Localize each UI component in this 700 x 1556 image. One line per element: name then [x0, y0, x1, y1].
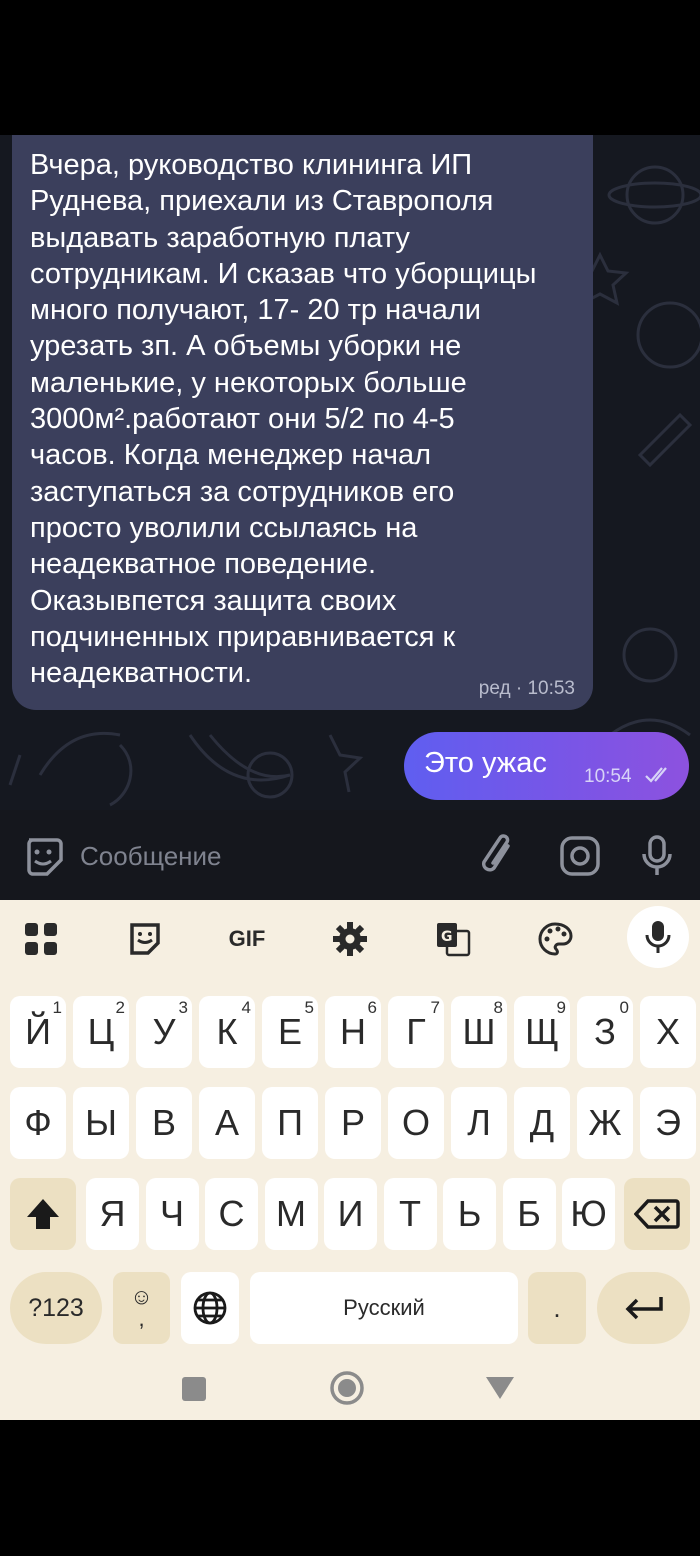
attach-icon[interactable]	[478, 834, 522, 878]
key-hint: 1	[52, 998, 62, 1017]
incoming-message-bubble[interactable]: Вчера, руководство клининга ИП Руднева, …	[12, 135, 593, 710]
chat-area[interactable]: Вчера, руководство клининга ИП Руднева, …	[0, 135, 700, 810]
key[interactable]: К4	[199, 996, 255, 1068]
key[interactable]: Б	[502, 1178, 556, 1250]
key-label: З	[594, 1011, 616, 1052]
key[interactable]: Я	[86, 1178, 139, 1250]
enter-key[interactable]	[597, 1272, 690, 1344]
palette-icon[interactable]	[530, 916, 580, 962]
key[interactable]: Т	[383, 1178, 437, 1250]
key[interactable]: Х	[640, 996, 696, 1068]
key[interactable]: П	[262, 1087, 318, 1159]
key-label: Й	[25, 1011, 51, 1052]
outgoing-message-text: Это ужас	[424, 747, 547, 779]
key-hint: 5	[304, 998, 314, 1017]
emoji-comma-key[interactable]: ☺ ,	[113, 1272, 170, 1344]
symbols-key[interactable]: ?123	[10, 1272, 102, 1344]
navigation-bar	[0, 1371, 700, 1420]
key-label: Щ	[525, 1011, 559, 1052]
key[interactable]: Ц2	[73, 996, 129, 1068]
settings-icon[interactable]	[325, 916, 375, 962]
key[interactable]: Ы	[73, 1087, 129, 1159]
key[interactable]: И	[324, 1178, 377, 1250]
key-label: Г	[406, 1011, 426, 1052]
key-label: Х	[655, 1011, 680, 1052]
key-label: К	[216, 1011, 238, 1052]
mic-icon[interactable]	[635, 834, 679, 878]
key[interactable]: Й1	[10, 996, 66, 1068]
key-label: Н	[340, 1011, 366, 1052]
key[interactable]: Ь	[443, 1178, 496, 1250]
key[interactable]: Щ9	[514, 996, 570, 1068]
key-hint: 9	[556, 998, 566, 1017]
key[interactable]: У3	[136, 996, 192, 1068]
emoji-icon: ☺	[130, 1284, 153, 1309]
svg-text:G: G	[441, 929, 453, 945]
key-label: У	[152, 1011, 176, 1052]
key-hint: 0	[619, 998, 629, 1017]
key-hint: 8	[493, 998, 503, 1017]
key-hint: 3	[178, 998, 188, 1017]
translate-icon[interactable]: G	[428, 916, 478, 962]
key[interactable]: Н6	[325, 996, 381, 1068]
incoming-message-meta: ред · 10:53	[478, 678, 575, 699]
keyboard: GIF G Й1Ц2У3К4Е5Н6Г7Ш8Щ9З0Х ФЫВАПРОЛДЖЭ …	[0, 900, 700, 1420]
shift-key[interactable]	[10, 1178, 76, 1250]
key[interactable]: Ш8	[451, 996, 507, 1068]
key[interactable]: С	[205, 1178, 258, 1250]
key-label: Ц	[87, 1011, 115, 1052]
bottom-area	[0, 1420, 700, 1556]
key[interactable]: З0	[577, 996, 633, 1068]
key[interactable]: В	[136, 1087, 192, 1159]
period-key[interactable]: .	[528, 1272, 586, 1344]
key-hint: 6	[367, 998, 377, 1017]
key[interactable]: М	[264, 1178, 318, 1250]
status-bar-area	[0, 0, 700, 135]
camera-icon[interactable]	[558, 834, 602, 878]
key[interactable]: Э	[640, 1087, 696, 1159]
key[interactable]: Ф	[10, 1087, 66, 1159]
key[interactable]: О	[388, 1087, 444, 1159]
message-composer: Сообщение	[0, 810, 700, 900]
space-key[interactable]: Русский	[250, 1272, 518, 1344]
apps-grid-icon[interactable]	[16, 916, 66, 962]
key[interactable]: Е5	[262, 996, 318, 1068]
key[interactable]: Г7	[388, 996, 444, 1068]
key-hint: 2	[115, 998, 125, 1017]
key[interactable]: Д	[514, 1087, 570, 1159]
outgoing-message-bubble[interactable]: Это ужас 10:54	[404, 732, 689, 800]
language-globe-key[interactable]	[181, 1272, 239, 1344]
key[interactable]: Ч	[145, 1178, 199, 1250]
key-hint: 7	[430, 998, 440, 1017]
gif-button[interactable]: GIF	[222, 916, 272, 962]
key[interactable]: Р	[325, 1087, 381, 1159]
double-check-icon	[645, 767, 667, 783]
sticker-icon[interactable]	[21, 834, 65, 878]
sticker-icon[interactable]	[120, 916, 170, 962]
globe-icon	[193, 1291, 227, 1325]
key[interactable]: Ю	[562, 1178, 615, 1250]
home-icon[interactable]	[328, 1369, 366, 1407]
incoming-message-text: Вчера, руководство клининга ИП Руднева, …	[30, 149, 537, 690]
recents-icon[interactable]	[180, 1375, 208, 1403]
key[interactable]: А	[199, 1087, 255, 1159]
key[interactable]: Л	[451, 1087, 507, 1159]
message-input[interactable]: Сообщение	[80, 841, 222, 872]
voice-input-icon[interactable]	[627, 906, 689, 968]
key-hint: 4	[241, 998, 251, 1017]
enter-icon	[625, 1297, 663, 1320]
key[interactable]: Ж	[577, 1087, 633, 1159]
back-icon[interactable]	[484, 1375, 516, 1401]
backspace-key[interactable]	[624, 1178, 690, 1250]
key-label: Ш	[462, 1011, 496, 1052]
outgoing-message-time: 10:54	[584, 766, 632, 787]
key-label: Е	[277, 1011, 302, 1052]
comma-label: ,	[138, 1306, 145, 1331]
